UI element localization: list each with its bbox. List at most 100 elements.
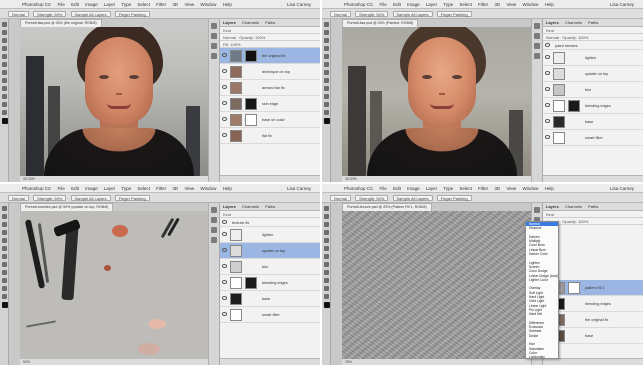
layer-row[interactable]: technique on top	[220, 64, 320, 80]
pen-tool-icon[interactable]	[2, 86, 7, 91]
layer-row[interactable]: base	[220, 291, 320, 307]
layer-row[interactable]: smart filter	[543, 130, 643, 146]
zoom-tool-icon[interactable]	[324, 110, 329, 115]
mode-select[interactable]: Normal	[8, 194, 29, 201]
menu-3d[interactable]: 3D	[494, 186, 500, 191]
foreground-color-swatch[interactable]	[2, 118, 8, 124]
menu-type[interactable]: Type	[121, 186, 131, 191]
visibility-eye-icon[interactable]	[222, 232, 227, 236]
visibility-eye-icon[interactable]	[545, 135, 550, 139]
menu-image[interactable]: Image	[85, 2, 98, 7]
properties-icon[interactable]	[211, 217, 217, 223]
menu-app[interactable]: Photoshop CC	[22, 2, 51, 7]
crop-tool-icon[interactable]	[324, 46, 329, 51]
menu-file[interactable]: File	[380, 186, 387, 191]
menu-filter[interactable]: Filter	[478, 2, 488, 7]
lasso-tool-icon[interactable]	[324, 38, 329, 43]
menu-image[interactable]: Image	[85, 186, 98, 191]
menu-filter[interactable]: Filter	[156, 186, 166, 191]
lasso-tool-icon[interactable]	[2, 222, 7, 227]
brush-tool-icon[interactable]	[324, 54, 329, 59]
document-tab[interactable]: Portrait-lisa.psd @ 33% (Painted, RGB/8)	[342, 19, 419, 27]
pen-tool-icon[interactable]	[324, 86, 329, 91]
visibility-eye-icon[interactable]	[222, 248, 227, 252]
visibility-eye-icon[interactable]	[222, 133, 227, 137]
menu-edit[interactable]: Edit	[393, 186, 401, 191]
crop-tool-icon[interactable]	[2, 230, 7, 235]
visibility-eye-icon[interactable]	[222, 101, 227, 105]
kind-filter[interactable]: Kind	[546, 28, 554, 33]
menu-layer[interactable]: Layer	[426, 2, 437, 7]
visibility-eye-icon[interactable]	[545, 103, 550, 107]
tab-channels[interactable]: Channels	[242, 20, 259, 25]
smudge-tool-icon[interactable]	[324, 78, 329, 83]
canvas-texture[interactable]	[342, 211, 531, 359]
visibility-eye-icon[interactable]	[222, 296, 227, 300]
blend-mode-select[interactable]: Normal	[546, 35, 559, 40]
menu-select[interactable]: Select	[137, 2, 150, 7]
mode-select[interactable]: Normal	[330, 194, 351, 201]
sample-all-checkbox[interactable]: Sample All Layers	[70, 10, 111, 17]
eraser-tool-icon[interactable]	[2, 70, 7, 75]
clone-tool-icon[interactable]	[2, 246, 7, 251]
zoom-tool-icon[interactable]	[2, 110, 7, 115]
menu-type[interactable]: Type	[121, 2, 131, 7]
menu-window[interactable]: Window	[200, 186, 216, 191]
history-icon[interactable]	[534, 23, 540, 29]
swatches-icon[interactable]	[534, 53, 540, 59]
clone-tool-icon[interactable]	[324, 246, 329, 251]
smudge-tool-icon[interactable]	[2, 262, 7, 267]
kind-filter[interactable]: Kind	[546, 212, 554, 217]
menu-image[interactable]: Image	[407, 2, 420, 7]
foreground-color-swatch[interactable]	[2, 302, 8, 308]
menu-file[interactable]: File	[58, 2, 65, 7]
swatches-icon[interactable]	[211, 237, 217, 243]
finger-painting-checkbox[interactable]: Finger Painting	[114, 10, 150, 17]
visibility-eye-icon[interactable]	[545, 55, 550, 59]
visibility-eye-icon[interactable]	[222, 220, 227, 224]
menu-view[interactable]: View	[506, 186, 516, 191]
menu-select[interactable]: Select	[459, 2, 472, 7]
foreground-color-swatch[interactable]	[324, 118, 330, 124]
visibility-eye-icon[interactable]	[545, 87, 550, 91]
mode-select[interactable]: Normal	[330, 10, 351, 17]
kind-filter[interactable]: Kind	[223, 212, 231, 217]
properties-icon[interactable]	[534, 33, 540, 39]
marquee-tool-icon[interactable]	[2, 214, 7, 219]
move-tool-icon[interactable]	[2, 22, 7, 27]
document-tab[interactable]: Portrait-texture.psd @ 25% (Pattern Fill…	[342, 203, 432, 211]
type-tool-icon[interactable]	[324, 278, 329, 283]
brush-tool-icon[interactable]	[324, 238, 329, 243]
menu-view[interactable]: View	[184, 2, 194, 7]
visibility-eye-icon[interactable]	[222, 85, 227, 89]
layer-row[interactable]: skin edge	[220, 96, 320, 112]
layer-row[interactable]: base	[543, 114, 643, 130]
menu-file[interactable]: File	[58, 186, 65, 191]
layer-row[interactable]: armani fan fix	[220, 80, 320, 96]
menu-help[interactable]: Help	[223, 2, 232, 7]
visibility-eye-icon[interactable]	[545, 43, 550, 47]
menu-edit[interactable]: Edit	[71, 2, 79, 7]
menu-app[interactable]: Photoshop CC	[344, 186, 373, 191]
marquee-tool-icon[interactable]	[324, 30, 329, 35]
move-tool-icon[interactable]	[324, 22, 329, 27]
type-tool-icon[interactable]	[2, 278, 7, 283]
blend-mode-dropdown[interactable]: Normal Dissolve Darken Multiply Color Bu…	[525, 221, 559, 359]
menu-window[interactable]: Window	[522, 186, 538, 191]
menu-help[interactable]: Help	[545, 186, 554, 191]
tab-layers[interactable]: Layers	[223, 20, 236, 25]
strength-field[interactable]: Strength: 50%	[355, 10, 389, 17]
visibility-eye-icon[interactable]	[222, 280, 227, 284]
visibility-eye-icon[interactable]	[222, 312, 227, 316]
hand-tool-icon[interactable]	[2, 102, 7, 107]
layer-row[interactable]: update on top	[220, 243, 320, 259]
eraser-tool-icon[interactable]	[324, 254, 329, 259]
blend-mode-select[interactable]: Normal	[223, 35, 236, 40]
hand-tool-icon[interactable]	[324, 286, 329, 291]
history-icon[interactable]	[211, 23, 217, 29]
brush-tool-icon[interactable]	[2, 54, 7, 59]
menu-3d[interactable]: 3D	[172, 186, 178, 191]
properties-icon[interactable]	[211, 33, 217, 39]
menu-3d[interactable]: 3D	[494, 2, 500, 7]
opacity-field[interactable]: Opacity: 100%	[562, 219, 588, 224]
